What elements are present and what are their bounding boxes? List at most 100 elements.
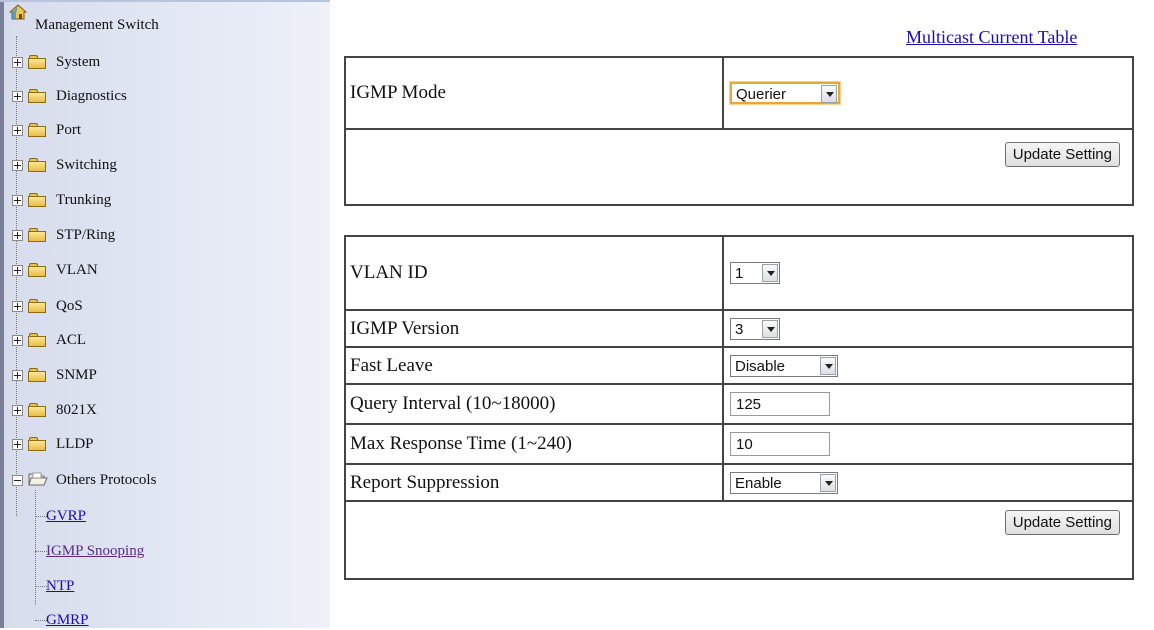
vlan-action-row: Update Setting [344, 500, 1134, 580]
vlan-id-label: VLAN ID [344, 235, 724, 311]
igmp-mode-cell: Querier [722, 56, 1134, 130]
igmp-version-cell: 3 [722, 309, 1134, 348]
tree-item-switching[interactable]: Switching [12, 155, 312, 175]
vlan-igmp-settings-table: VLAN ID 1 IGMP Version 3 Fast Leave Disa… [344, 235, 1134, 580]
query-interval-label: Query Interval (10~18000) [344, 383, 724, 425]
chevron-down-icon [762, 319, 778, 338]
tree-item-label: SNMP [56, 367, 97, 383]
open-folder-icon [28, 472, 48, 486]
tree-item-others-protocols[interactable]: Others Protocols [12, 470, 312, 490]
folder-icon [28, 158, 46, 172]
folder-icon [28, 368, 46, 382]
tree-item-label: ACL [56, 332, 86, 348]
tree-item-label: QoS [56, 298, 83, 314]
folder-icon [28, 437, 46, 451]
tree-subtree-line [35, 490, 36, 605]
max-response-time-cell: 10 [722, 423, 1134, 465]
report-suppression-select[interactable]: Enable [730, 471, 838, 494]
igmp-mode-action-cell: Update Setting [344, 128, 1134, 206]
vlan-id-cell: 1 [722, 235, 1134, 311]
tree-item-lldp[interactable]: LLDP [12, 434, 312, 454]
folder-icon [28, 403, 46, 417]
tree-item-qos[interactable]: QoS [12, 296, 312, 316]
folder-icon [28, 123, 46, 137]
vlan-id-row: VLAN ID 1 [344, 235, 1134, 311]
folder-icon [28, 299, 46, 313]
tree-item-vlan[interactable]: VLAN [12, 260, 312, 280]
fast-leave-cell: Disable [722, 346, 1134, 385]
igmp-mode-select[interactable]: Querier [730, 82, 840, 105]
query-interval-input[interactable]: 125 [730, 392, 830, 416]
max-response-time-row: Max Response Time (1~240) 10 [344, 423, 1134, 465]
igmp-mode-label: IGMP Mode [344, 56, 724, 130]
tree-item-port[interactable]: Port [12, 120, 312, 140]
tree-item-snmp[interactable]: SNMP [12, 365, 312, 385]
igmp-mode-action-row: Update Setting [344, 128, 1134, 206]
folder-icon [28, 89, 46, 103]
vlan-id-select[interactable]: 1 [730, 262, 780, 285]
expand-icon[interactable] [12, 57, 23, 68]
igmp-version-select-value: 3 [735, 320, 744, 338]
expand-icon[interactable] [12, 91, 23, 102]
report-suppression-label: Report Suppression [344, 463, 724, 502]
report-suppression-select-value: Enable [735, 474, 782, 492]
folder-icon [28, 333, 46, 347]
expand-icon[interactable] [12, 301, 23, 312]
tree-item-trunking[interactable]: Trunking [12, 190, 312, 210]
navigation-tree: Management Switch System Diagnostics Por… [0, 0, 330, 628]
igmp-version-select[interactable]: 3 [730, 317, 780, 340]
igmp-snooping-link[interactable]: IGMP Snooping [46, 541, 144, 561]
expand-icon[interactable] [12, 195, 23, 206]
tree-item-label: Diagnostics [56, 88, 127, 104]
expand-icon[interactable] [12, 405, 23, 416]
tree-item-label: Switching [56, 157, 117, 173]
vlan-id-select-value: 1 [735, 265, 744, 283]
tree-item-acl[interactable]: ACL [12, 330, 312, 350]
tree-item-label: STP/Ring [56, 227, 116, 243]
folder-icon [28, 55, 46, 69]
tree-item-label: VLAN [56, 262, 98, 278]
tree-root-label: Management Switch [35, 17, 159, 33]
expand-icon[interactable] [12, 265, 23, 276]
max-response-time-input[interactable]: 10 [730, 432, 830, 456]
chevron-down-icon [820, 473, 836, 492]
tree-item-diagnostics[interactable]: Diagnostics [12, 86, 312, 106]
tree-item-stp-ring[interactable]: STP/Ring [12, 225, 312, 245]
tree-item-label: Others Protocols [56, 472, 157, 488]
fast-leave-select-value: Disable [735, 357, 786, 375]
fast-leave-row: Fast Leave Disable [344, 346, 1134, 385]
fast-leave-label: Fast Leave [344, 346, 724, 385]
igmp-mode-table: IGMP Mode Querier Update Setting [344, 56, 1134, 206]
update-mode-setting-button[interactable]: Update Setting [1004, 142, 1120, 167]
gmrp-link[interactable]: GMRP [46, 610, 89, 630]
expand-icon[interactable] [12, 439, 23, 450]
tree-item-label: Port [56, 122, 82, 138]
collapse-icon[interactable] [12, 475, 23, 486]
tree-item-label: System [56, 54, 101, 70]
ntp-link[interactable]: NTP [46, 576, 74, 596]
chevron-down-icon [762, 264, 778, 283]
folder-icon [28, 228, 46, 242]
chevron-down-icon [820, 356, 836, 375]
expand-icon[interactable] [12, 370, 23, 381]
tree-item-label: Trunking [56, 192, 112, 208]
igmp-mode-select-value: Querier [736, 86, 787, 104]
tree-item-8021x[interactable]: 8021X [12, 400, 312, 420]
max-response-time-label: Max Response Time (1~240) [344, 423, 724, 465]
folder-icon [28, 193, 46, 207]
tree-item-label: 8021X [56, 402, 97, 418]
expand-icon[interactable] [12, 125, 23, 136]
fast-leave-select[interactable]: Disable [730, 354, 838, 377]
home-icon [9, 4, 27, 20]
multicast-current-table-link[interactable]: Multicast Current Table [906, 27, 1077, 48]
expand-icon[interactable] [12, 160, 23, 171]
expand-icon[interactable] [12, 335, 23, 346]
folder-icon [28, 263, 46, 277]
expand-icon[interactable] [12, 230, 23, 241]
update-vlan-setting-button[interactable]: Update Setting [1004, 510, 1120, 535]
tree-item-label: LLDP [56, 436, 94, 452]
tree-item-system[interactable]: System [12, 52, 312, 72]
igmp-version-label: IGMP Version [344, 309, 724, 348]
gvrp-link[interactable]: GVRP [46, 506, 86, 526]
igmp-mode-row: IGMP Mode Querier [344, 56, 1134, 130]
